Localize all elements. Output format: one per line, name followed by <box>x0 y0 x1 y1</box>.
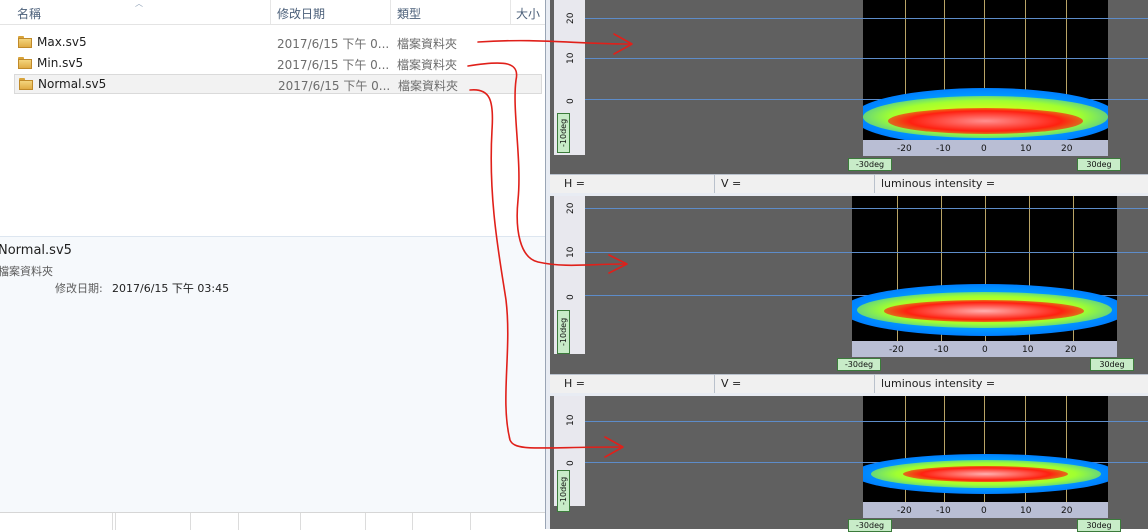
file-date: 2017/6/15 下午 0... <box>277 37 390 51</box>
status-luminous-intensity: luminous intensity = <box>881 177 996 190</box>
x-tick-label: -10 <box>934 345 949 355</box>
plot-window-min: 20 10 0 -10deg -20 -10 0 10 20 -30deg 30… <box>545 196 1148 396</box>
x-axis: -20 -10 0 10 20 <box>863 502 1108 518</box>
file-row-normal[interactable]: Normal.sv5 2017/6/15 下午 0... 檔案資料夾 <box>14 74 542 94</box>
plot-area: 20 10 0 -10deg -20 -10 0 10 20 -30deg 30… <box>550 0 1148 174</box>
file-name: Max.sv5 <box>37 35 87 49</box>
x-tick-label: 20 <box>1065 345 1077 355</box>
plot-area: 10 0 -10deg -20 -10 0 10 20 -30deg 30deg <box>550 396 1148 532</box>
x-axis: -20 -10 0 10 20 <box>852 341 1117 357</box>
details-modified-label: 修改日期: <box>55 282 103 295</box>
file-type: 檔案資料夾 <box>398 79 459 93</box>
status-bar: H = V = luminous intensity = <box>550 174 1148 193</box>
status-luminous-intensity: luminous intensity = <box>881 377 996 390</box>
file-date: 2017/6/15 下午 0... <box>277 58 390 72</box>
folder-icon <box>19 78 33 90</box>
status-v: V = <box>721 177 742 190</box>
column-header-type[interactable]: 類型 <box>397 5 421 22</box>
file-type: 檔案資料夾 <box>397 58 458 72</box>
status-h: H = <box>564 177 585 190</box>
file-type: 檔案資料夾 <box>397 37 458 51</box>
file-date: 2017/6/15 下午 0... <box>278 79 391 93</box>
y-tick-label: 0 <box>566 294 576 300</box>
column-headers: ︿ 名稱 修改日期 類型 大小 <box>0 0 545 25</box>
column-header-name[interactable]: 名稱 <box>17 5 41 22</box>
y-min-degree-label: -10deg <box>557 470 570 512</box>
x-min-degree-label: -30deg <box>848 519 892 532</box>
y-tick-label: 10 <box>566 414 576 426</box>
y-tick-label: 10 <box>566 52 576 64</box>
x-tick-label: 0 <box>981 506 987 516</box>
x-tick-label: 20 <box>1061 144 1073 154</box>
y-tick-label: 10 <box>566 246 576 258</box>
file-row-min[interactable]: Min.sv5 2017/6/15 下午 0... 檔案資料夾 <box>14 54 542 74</box>
x-min-degree-label: -30deg <box>848 158 892 171</box>
column-separator[interactable] <box>390 0 391 24</box>
file-name: Min.sv5 <box>37 56 84 70</box>
x-axis: -20 -10 0 10 20 <box>863 140 1108 156</box>
x-tick-label: 0 <box>982 345 988 355</box>
x-tick-label: 10 <box>1020 506 1032 516</box>
y-tick-label: 0 <box>566 460 576 466</box>
y-min-degree-label: -10deg <box>557 113 570 153</box>
x-tick-label: -20 <box>897 144 912 154</box>
y-tick-label: 20 <box>566 202 576 214</box>
x-tick-label: -10 <box>936 506 951 516</box>
status-h: H = <box>564 377 585 390</box>
details-file-type: 檔案資料夾 <box>0 265 53 278</box>
x-tick-label: -10 <box>936 144 951 154</box>
file-row-max[interactable]: Max.sv5 2017/6/15 下午 0... 檔案資料夾 <box>14 33 542 53</box>
column-header-size[interactable]: 大小 <box>516 5 540 22</box>
plot-window-normal: 10 0 -10deg -20 -10 0 10 20 -30deg 30deg <box>545 396 1148 532</box>
x-max-degree-label: 30deg <box>1077 519 1121 532</box>
folder-icon <box>18 36 32 48</box>
file-explorer: ︿ 名稱 修改日期 類型 大小 Max.sv5 2017/6/15 下午 0..… <box>0 0 545 530</box>
column-separator[interactable] <box>270 0 271 24</box>
x-tick-label: -20 <box>897 506 912 516</box>
folder-icon <box>18 57 32 69</box>
x-tick-label: 0 <box>981 144 987 154</box>
status-bar: H = V = luminous intensity = <box>550 374 1148 393</box>
column-separator[interactable] <box>510 0 511 24</box>
luminous-heatmap <box>852 196 1117 341</box>
y-tick-label: 0 <box>566 98 576 104</box>
x-min-degree-label: -30deg <box>837 358 881 371</box>
details-modified-value: 2017/6/15 下午 03:45 <box>112 282 230 295</box>
details-pane: Normal.sv5 檔案資料夾 修改日期: 2017/6/15 下午 03:4… <box>0 236 545 513</box>
plot-area: 20 10 0 -10deg -20 -10 0 10 20 -30deg 30… <box>550 196 1148 374</box>
y-tick-label: 20 <box>566 12 576 24</box>
file-name: Normal.sv5 <box>38 77 107 91</box>
y-min-degree-label: -10deg <box>557 310 570 354</box>
details-file-name: Normal.sv5 <box>0 243 72 258</box>
x-max-degree-label: 30deg <box>1077 158 1121 171</box>
x-tick-label: -20 <box>889 345 904 355</box>
status-v: V = <box>721 377 742 390</box>
luminous-heatmap <box>863 0 1108 140</box>
x-tick-label: 10 <box>1022 345 1034 355</box>
x-tick-label: 10 <box>1020 144 1032 154</box>
plot-window-max: 20 10 0 -10deg -20 -10 0 10 20 -30deg 30… <box>545 0 1148 196</box>
x-max-degree-label: 30deg <box>1090 358 1134 371</box>
x-tick-label: 20 <box>1061 506 1073 516</box>
sort-ascending-icon: ︿ <box>135 0 143 8</box>
column-header-date[interactable]: 修改日期 <box>277 5 325 22</box>
bottom-grid-strip <box>0 512 545 530</box>
luminous-heatmap <box>863 396 1108 502</box>
